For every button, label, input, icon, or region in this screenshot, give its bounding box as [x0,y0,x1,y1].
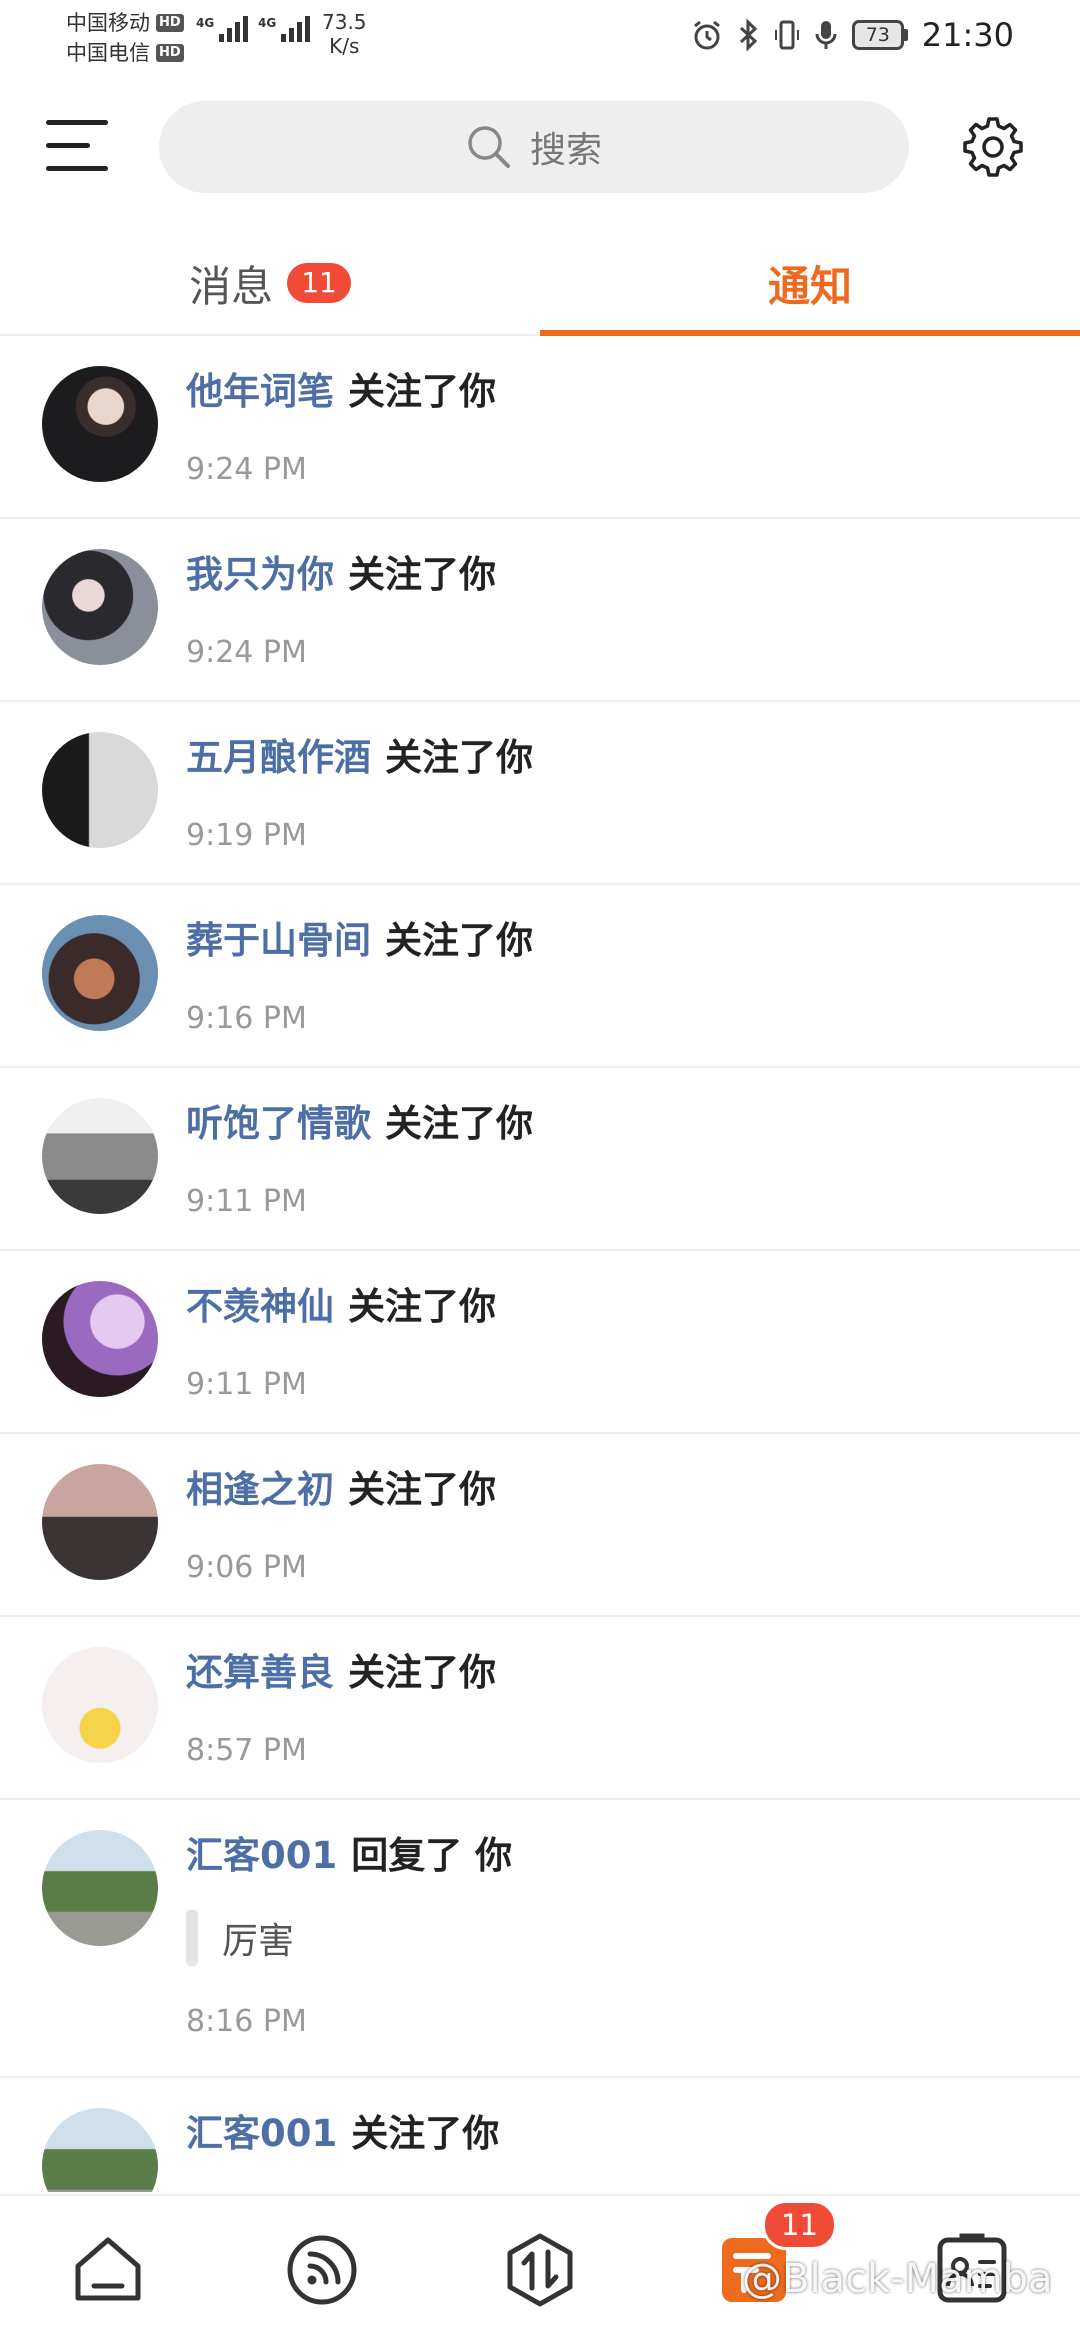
list-item[interactable]: 不羡神仙 关注了你 9:11 PM [0,1251,1080,1434]
username-link[interactable]: 听饱了情歌 [186,1102,371,1145]
timestamp: 9:19 PM [186,818,307,853]
avatar[interactable] [42,1647,158,1763]
username-link[interactable]: 汇客001 [186,2112,337,2155]
avatar[interactable] [42,732,158,848]
action-text: 关注了你 [348,553,496,596]
list-item[interactable]: 他年词笔 关注了你 9:24 PM [0,336,1080,519]
tab-notifications-label: 通知 [767,261,852,311]
action-text: 关注了你 [348,1468,496,1511]
timestamp: 8:57 PM [186,1733,307,1768]
action-text: 关注了你 [385,1102,533,1145]
action-text: 关注了你 [351,2112,500,2155]
action-text: 关注了你 [385,736,533,779]
list-item[interactable]: 汇客001 关注了你 [0,2078,1080,2192]
avatar[interactable] [42,549,158,665]
reply-text: 厉害 [222,1921,295,1962]
list-item[interactable]: 听饱了情歌 关注了你 9:11 PM [0,1068,1080,1251]
hd-badge: HD [156,14,184,32]
avatar[interactable] [42,1098,158,1214]
tab-notifications[interactable]: 通知 [540,232,1080,334]
microphone-icon [815,21,837,49]
list-item[interactable]: 五月酿作酒 关注了你 9:19 PM [0,702,1080,885]
list-item[interactable]: 还算善良 关注了你 8:57 PM [0,1617,1080,1800]
unread-badge: 11 [287,263,351,303]
avatar[interactable] [42,1464,158,1580]
username-link[interactable]: 相逢之初 [186,1468,334,1511]
status-bar: 中国移动 HD 中国电信 HD 4G 4G 73.5 K/s 73 21:30 [0,0,1080,80]
username-link[interactable]: 不羡神仙 [186,1285,334,1328]
list-item[interactable]: 我只为你 关注了你 9:24 PM [0,519,1080,702]
search-icon [468,126,510,168]
tab-bar: 消息 11 通知 [0,232,1080,336]
avatar[interactable] [42,366,158,482]
avatar[interactable] [42,1830,158,1946]
tab-messages[interactable]: 消息 11 [0,232,540,334]
list-item[interactable]: 汇客001 回复了 你 厉害 8:16 PM [0,1800,1080,2078]
username-link[interactable]: 还算善良 [186,1651,334,1694]
battery-icon: 73 [851,20,908,50]
username-link[interactable]: 葬于山骨间 [186,919,371,962]
hd-badge: HD [156,44,184,62]
username-link[interactable]: 汇客001 [186,1834,337,1877]
exchange-icon[interactable] [500,2230,580,2310]
carrier-1: 中国移动 [66,11,150,35]
timestamp: 9:11 PM [186,1367,307,1402]
timestamp: 9:06 PM [186,1550,307,1585]
status-clock: 21:30 [921,16,1014,54]
username-link[interactable]: 他年词笔 [186,370,334,413]
timestamp: 9:11 PM [186,1184,307,1219]
timestamp: 9:16 PM [186,1001,307,1036]
timestamp: 9:24 PM [186,635,307,670]
feed-icon[interactable] [282,2230,362,2310]
notification-list: 他年词笔 关注了你 9:24 PM 我只为你 关注了你 9:24 PM 五月酿作酒关… [0,336,1080,2192]
reply-quote: 厉害 [186,1910,294,1966]
bluetooth-icon [739,18,757,52]
tab-messages-label: 消息 [189,261,274,311]
avatar[interactable] [42,2108,158,2192]
avatar[interactable] [42,915,158,1031]
action-text: 关注了你 [348,1651,496,1694]
watermark: @Black-Mamba [742,2256,1053,2302]
action-text: 回复了 你 [351,1834,513,1877]
username-link[interactable]: 五月酿作酒 [186,736,371,779]
action-text: 关注了你 [385,919,533,962]
timestamp: 9:24 PM [186,452,307,487]
action-text: 关注了你 [348,1285,496,1328]
carrier-2: 中国电信 [66,41,150,65]
search-placeholder: 搜索 [529,130,602,171]
menu-button[interactable] [46,118,108,174]
settings-gear-icon[interactable] [960,115,1026,181]
list-item[interactable]: 相逢之初 关注了你 9:06 PM [0,1434,1080,1617]
carrier-info: 中国移动 HD 中国电信 HD [66,8,184,68]
timestamp: 8:16 PM [186,2004,307,2039]
list-item[interactable]: 葬于山骨间 关注了你 9:16 PM [0,885,1080,1068]
alarm-icon [693,20,720,50]
network-speed: 73.5 K/s [322,10,367,58]
vibrate-icon [774,20,799,50]
username-link[interactable]: 我只为你 [186,553,334,596]
notification-badge: 11 [762,2200,837,2250]
search-bar[interactable]: 搜索 [159,101,909,193]
signal-icon: 4G [196,16,249,42]
signal-icon: 4G [258,16,311,42]
action-text: 关注了你 [348,370,496,413]
avatar[interactable] [42,1281,158,1397]
home-icon[interactable] [68,2230,148,2310]
